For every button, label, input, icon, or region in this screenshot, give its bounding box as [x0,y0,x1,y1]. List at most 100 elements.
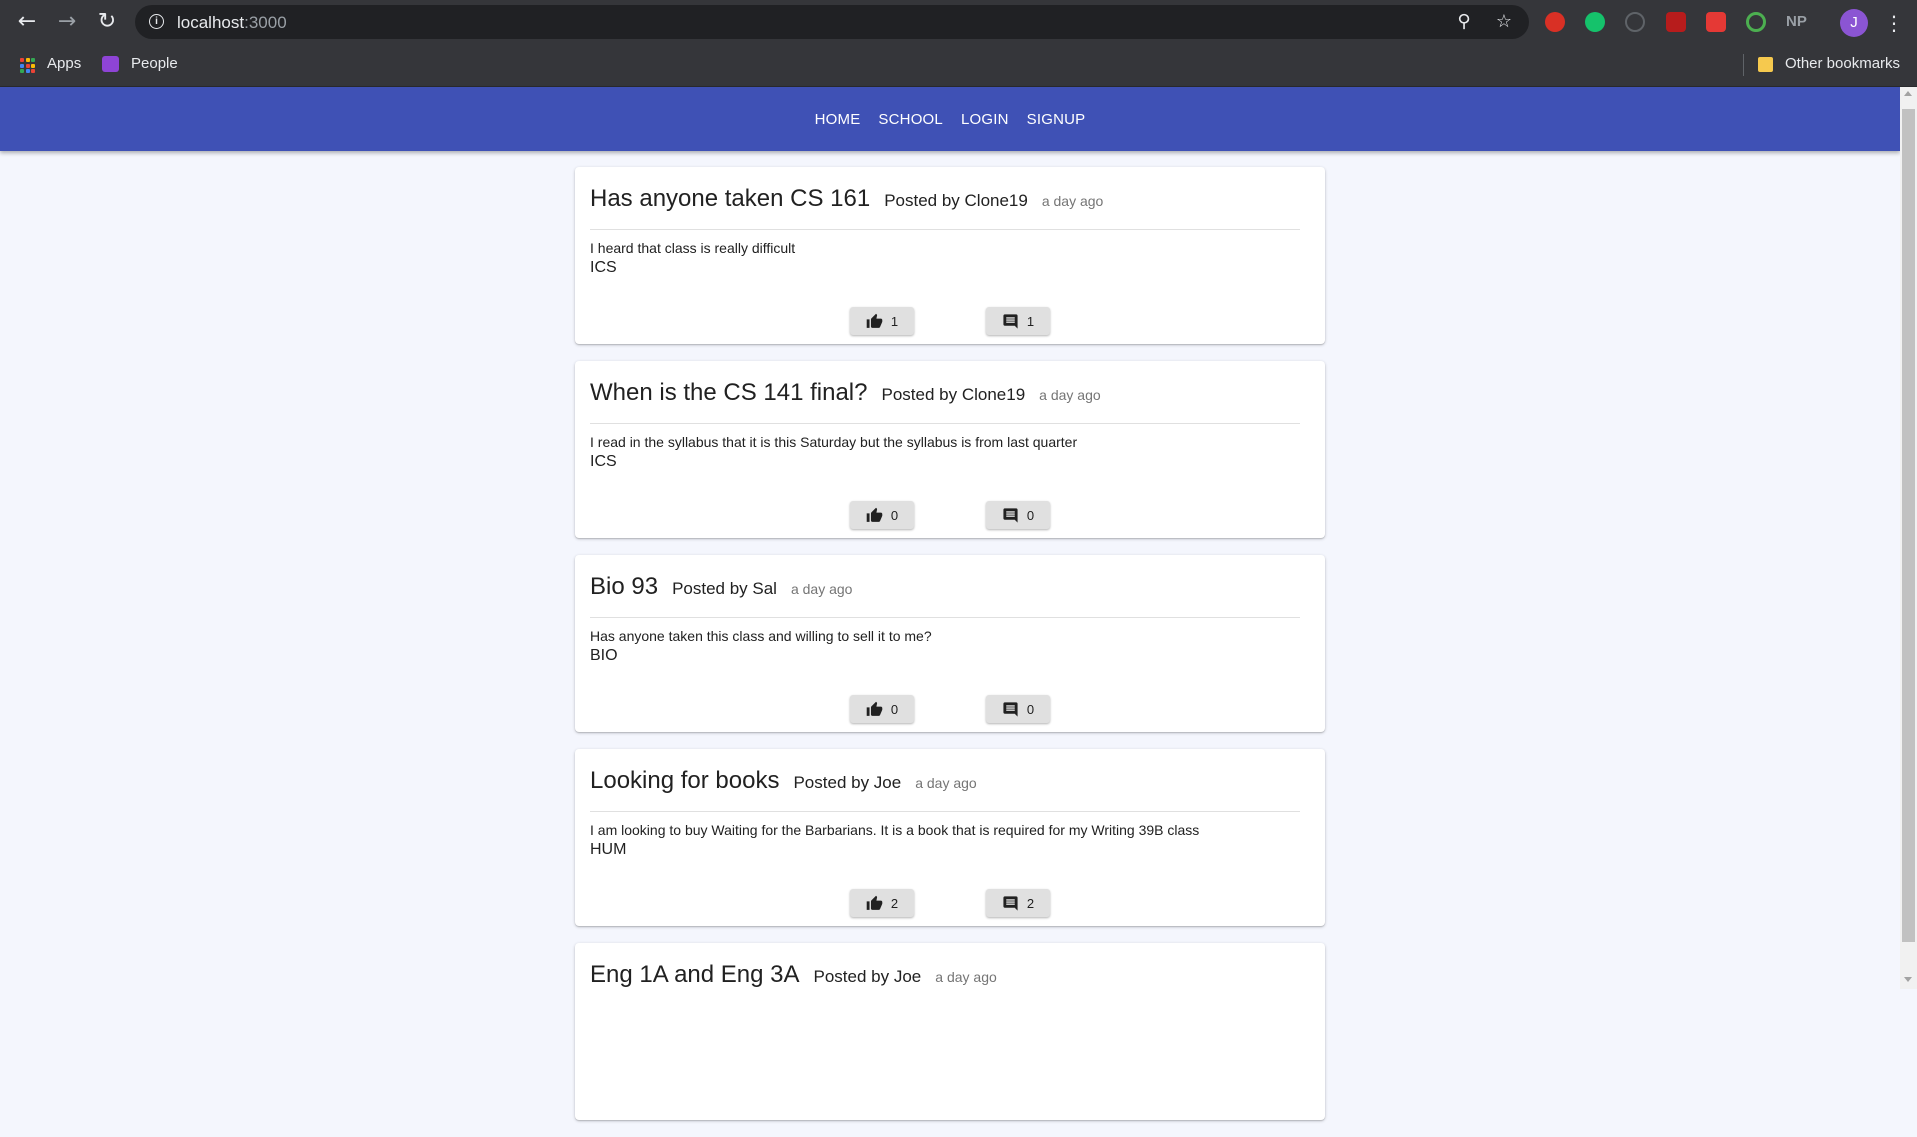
post-time: a day ago [790,581,853,597]
post-author: Posted by Clone19 [884,191,1028,210]
apps-grid-icon [20,58,35,73]
post-time: a day ago [1041,193,1104,209]
post-title[interactable]: Eng 1A and Eng 3A [590,961,800,988]
post-card: Eng 1A and Eng 3A Posted by Joe a day ago [575,943,1325,1120]
post-body: I heard that class is really difficult [590,240,796,256]
post-author: Posted by Joe [793,773,902,792]
bookmark-other-label: Other bookmarks [1785,55,1901,72]
thumb-up-icon [866,701,883,716]
adblock-icon[interactable] [1545,12,1565,32]
site-info-icon[interactable]: i [149,14,164,29]
nav-login[interactable]: LOGIN [961,111,1009,128]
bookmark-people-label: People [131,55,178,72]
post-body: I read in the syllabus that it is this S… [590,434,1078,450]
post-card: Bio 93 Posted by Sal a day ago Has anyone … [575,555,1325,732]
comment-icon [1003,313,1018,329]
post-time: a day ago [935,969,997,985]
comment-count: 0 [1026,701,1035,717]
bookmarks-bar: Apps People Other bookmarks [0,44,1917,87]
post-tag: HUM [590,841,627,858]
browser-menu-icon[interactable]: ⋮ [1884,10,1904,36]
like-count: 1 [890,313,899,329]
thumb-up-icon [866,895,883,910]
comment-button[interactable]: 0 [986,501,1050,529]
post-title[interactable]: Has anyone taken CS 161 [590,185,870,212]
like-button[interactable]: 2 [850,889,914,917]
post-header: When is the CS 141 final? Posted by Clone… [590,379,1101,407]
post-author: Posted by Clone19 [881,385,1026,404]
page-scrollbar[interactable] [1900,87,1917,989]
post-time: a day ago [915,775,977,791]
post-divider [590,617,1300,618]
np-icon[interactable]: NP [1786,12,1810,32]
post-card: When is the CS 141 final? Posted by Clone… [575,361,1325,538]
post-card: Has anyone taken CS 161 Posted by Clone19… [575,167,1325,344]
post-header: Eng 1A and Eng 3A Posted by Joe a day ago [590,961,997,989]
post-tag: ICS [590,453,617,470]
post-feed: Has anyone taken CS 161 Posted by Clone19… [575,167,1325,1137]
nav-signup[interactable]: SIGNUP [1027,111,1086,128]
post-tag: BIO [590,647,618,664]
nav-links: HOME SCHOOL LOGIN SIGNUP [0,87,1900,151]
zoom-icon[interactable]: ⚲ [1454,12,1474,32]
nav-home[interactable]: HOME [815,111,861,128]
fox-icon[interactable] [1706,12,1726,32]
post-title[interactable]: When is the CS 141 final? [590,379,868,406]
post-divider [590,229,1300,230]
comment-count: 2 [1026,895,1035,911]
like-count: 0 [890,507,899,523]
post-body: I am looking to buy Waiting for the Barb… [590,822,1200,838]
bookmark-apps[interactable]: Apps [10,50,88,78]
like-count: 2 [890,895,899,911]
post-time: a day ago [1039,387,1101,403]
bookmark-star-icon[interactable]: ☆ [1494,12,1514,32]
browser-toolbar: ← → ↻ i localhost:3000 ⚲ ☆ NP J ⋮ [0,0,1917,44]
pdf-icon[interactable] [1666,12,1686,32]
like-button[interactable]: 0 [850,695,914,723]
forward-icon[interactable]: → [56,11,78,33]
scroll-down-arrow[interactable] [1904,977,1912,982]
comment-count: 0 [1026,507,1035,523]
thumb-up-icon [866,507,883,522]
people-icon [102,56,119,72]
comment-button[interactable]: 1 [986,307,1050,335]
scroll-thumb[interactable] [1902,109,1915,942]
post-tag: ICS [590,259,617,276]
post-divider [590,811,1300,812]
comment-button[interactable]: 0 [986,695,1050,723]
nav-school[interactable]: SCHOOL [878,111,943,128]
like-button[interactable]: 0 [850,501,914,529]
scroll-up-arrow[interactable] [1904,91,1912,96]
post-header: Looking for books Posted by Joe a day ago [590,767,977,795]
grammarly-icon[interactable] [1585,12,1605,32]
url-port: :3000 [244,13,287,32]
target-icon[interactable] [1746,12,1766,32]
post-title[interactable]: Bio 93 [590,573,658,600]
like-count: 0 [890,701,899,717]
post-author: Posted by Joe [813,967,922,986]
folder-icon [1758,57,1773,72]
comment-button[interactable]: 2 [986,889,1050,917]
like-button[interactable]: 1 [850,307,914,335]
app-bar: HOME SCHOOL LOGIN SIGNUP [0,87,1900,151]
comment-icon [1003,701,1018,717]
post-divider [590,423,1300,424]
post-author: Posted by Sal [672,579,777,598]
post-header: Bio 93 Posted by Sal a day ago [590,573,852,601]
bookmark-apps-label: Apps [47,55,82,72]
post-header: Has anyone taken CS 161 Posted by Clone19… [590,185,1103,213]
url-host: localhost [177,13,245,32]
bookmarks-separator [1743,54,1744,76]
profile-avatar[interactable]: J [1840,9,1868,37]
address-bar[interactable]: i localhost:3000 ⚲ ☆ [135,5,1529,39]
thumb-up-icon [866,313,883,328]
back-icon[interactable]: ← [16,11,38,33]
url-text[interactable]: localhost:3000 [177,13,287,33]
comment-count: 1 [1026,313,1035,329]
reload-icon[interactable]: ↻ [96,11,118,33]
post-title[interactable]: Looking for books [590,767,779,794]
bookmark-people[interactable]: People [100,50,180,78]
bookmark-other[interactable]: Other bookmarks [1756,50,1906,78]
sync-icon[interactable] [1625,12,1645,32]
profile-initial: J [1850,14,1858,31]
